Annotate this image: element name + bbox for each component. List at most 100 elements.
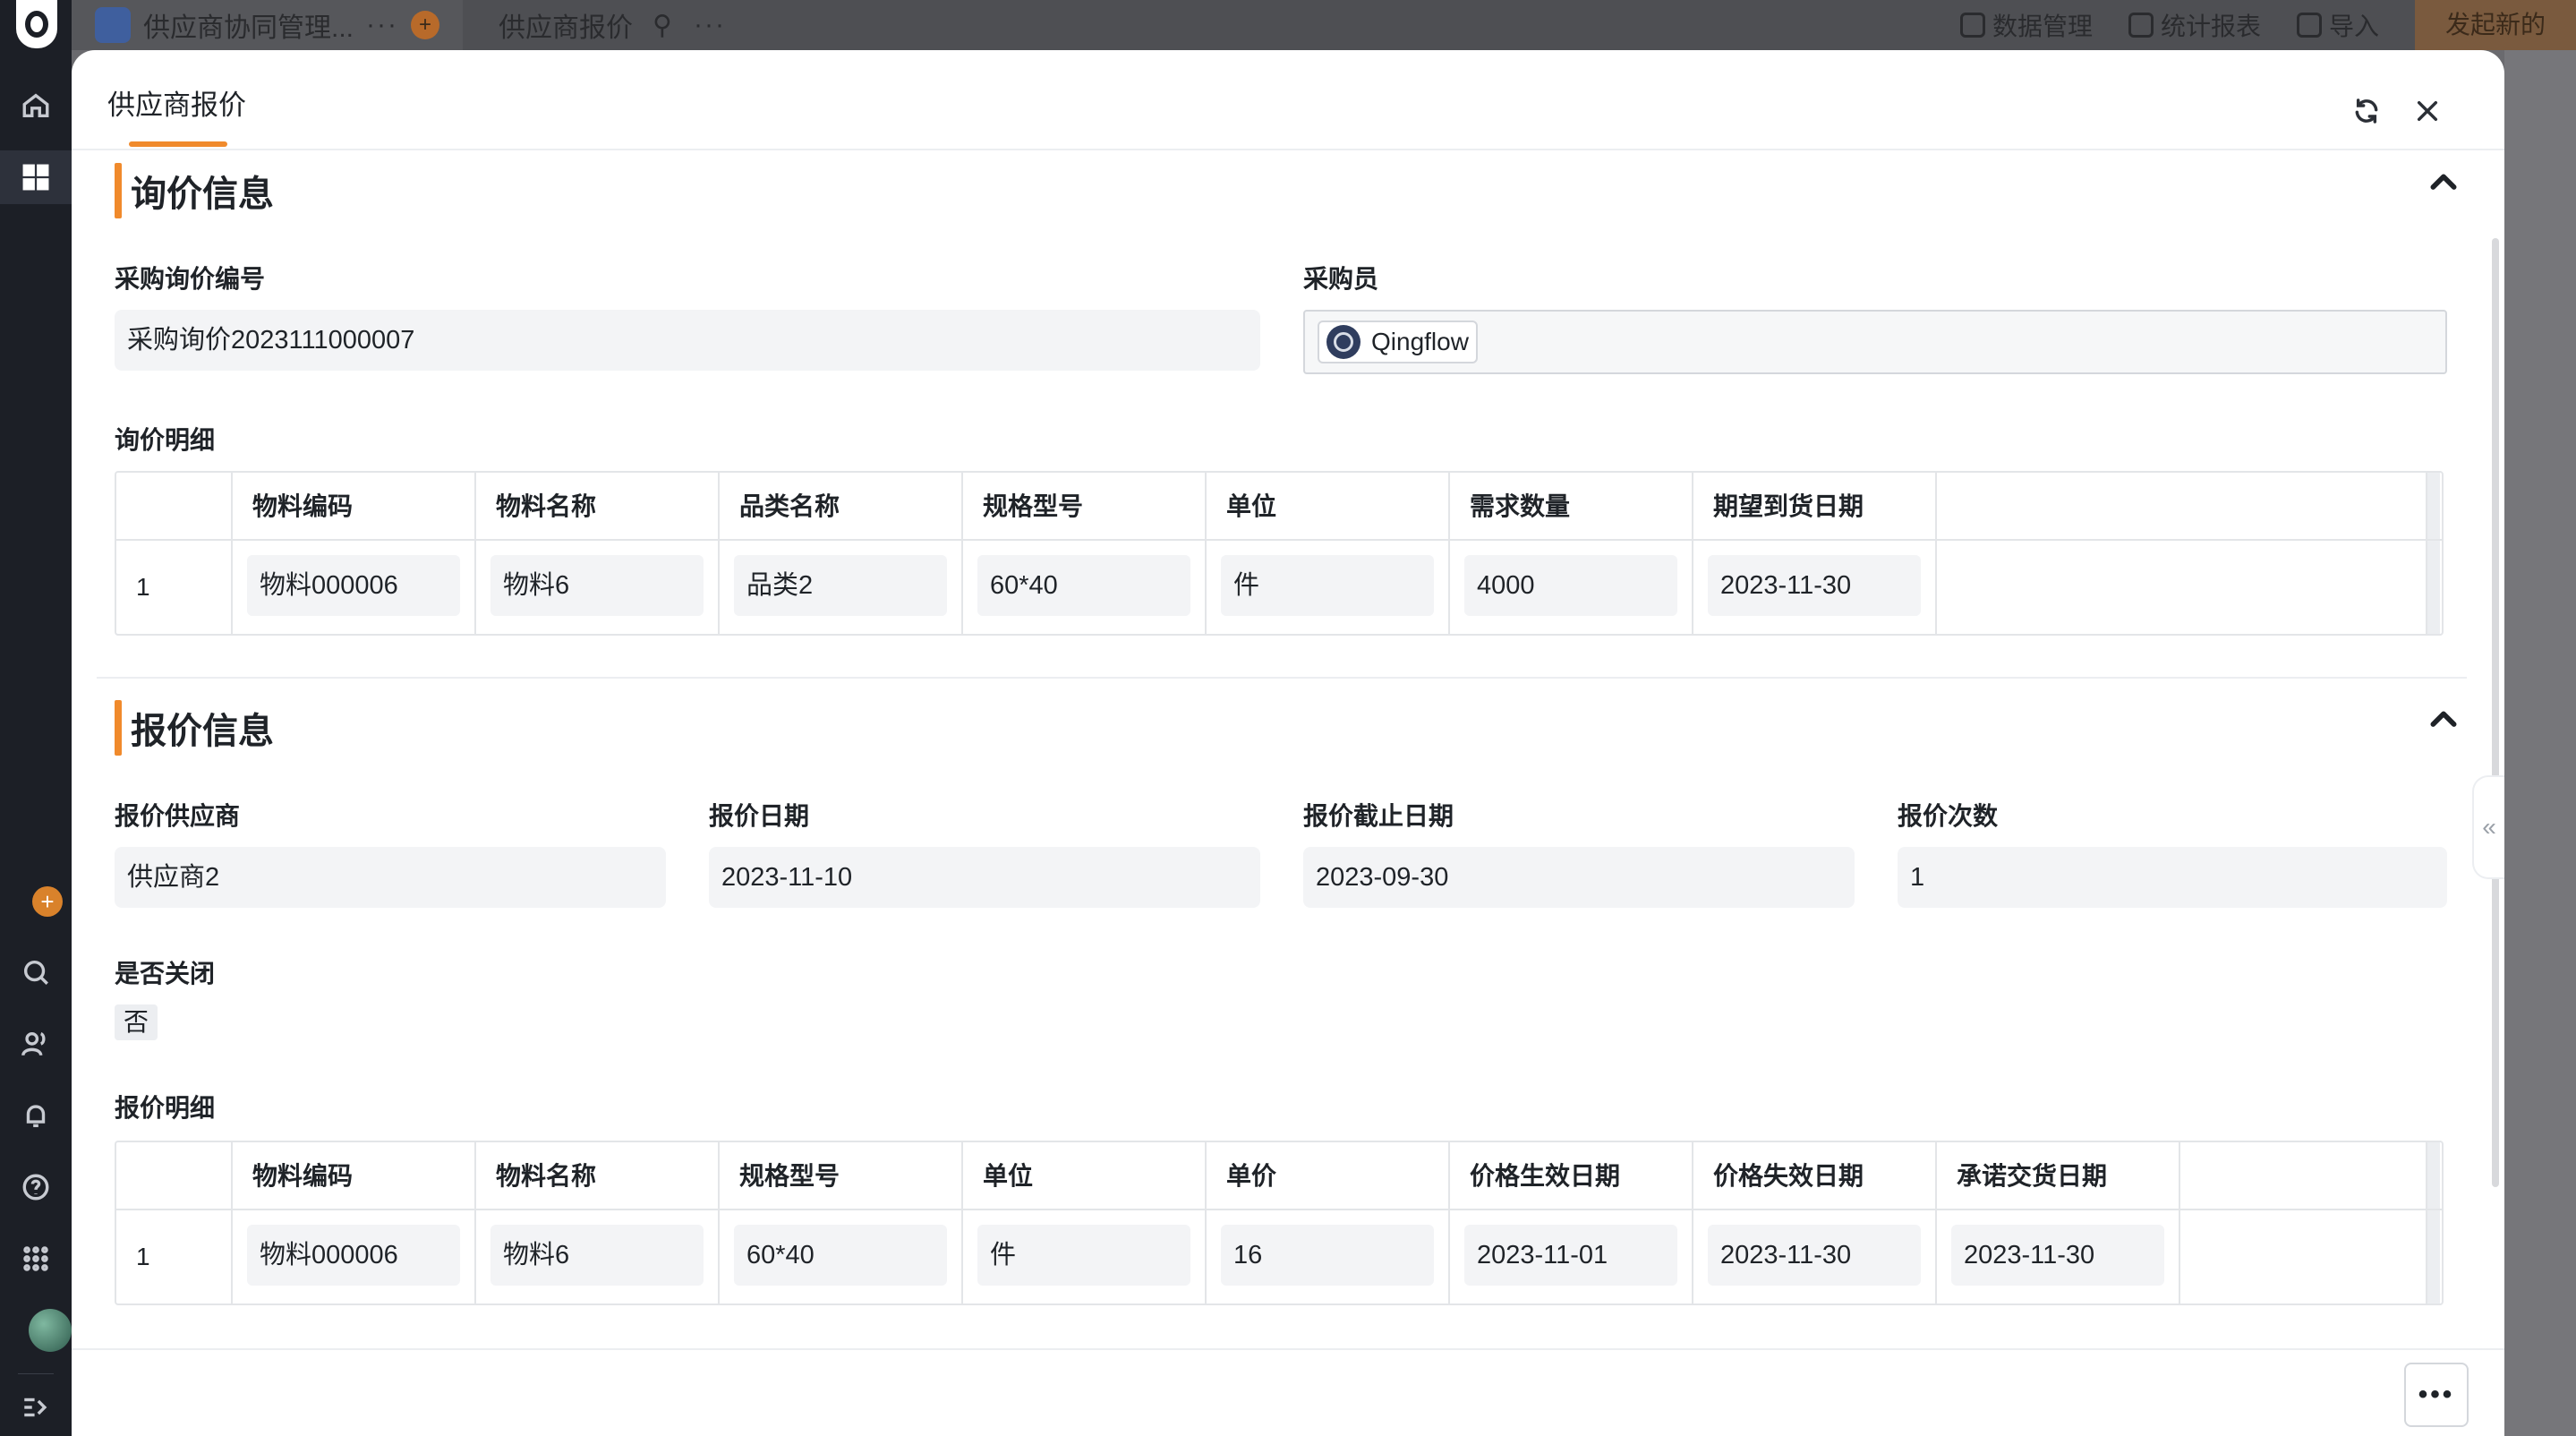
index-header xyxy=(116,1142,233,1209)
apps-grid-icon[interactable] xyxy=(0,150,72,204)
cell-value[interactable]: 16 xyxy=(1221,1225,1434,1286)
cell-value[interactable]: 品类2 xyxy=(734,555,947,616)
import-icon xyxy=(2296,13,2322,38)
chevron-up-icon[interactable] xyxy=(2426,702,2461,738)
rail-divider xyxy=(18,1373,54,1374)
contacts-icon[interactable] xyxy=(0,1017,72,1071)
more-actions-button[interactable]: ••• xyxy=(2404,1363,2469,1427)
quote-date-field[interactable]: 2023-11-10 xyxy=(709,847,1260,908)
cell-value[interactable]: 2023-11-01 xyxy=(1464,1225,1677,1286)
buyer-name: Qingflow xyxy=(1371,328,1469,355)
bell-icon[interactable] xyxy=(0,1089,72,1142)
chevron-up-icon[interactable] xyxy=(2426,165,2461,201)
create-plus-icon[interactable]: + xyxy=(32,886,63,917)
page-tab[interactable]: 供应商报价 ⚲ ··· xyxy=(463,5,762,45)
table-cell: 件 xyxy=(963,1210,1207,1304)
table-scroll-edge xyxy=(2427,473,2440,539)
page-more-icon[interactable]: ··· xyxy=(694,10,726,40)
cell-value[interactable]: 物料6 xyxy=(490,1225,704,1286)
user-avatar[interactable] xyxy=(29,1309,72,1352)
index-header xyxy=(116,473,233,539)
column-header: 价格失效日期 xyxy=(1693,1142,1937,1209)
table-cell: 4000 xyxy=(1450,541,1693,634)
reports-button[interactable]: 统计报表 xyxy=(2128,7,2261,43)
column-header: 需求数量 xyxy=(1450,473,1693,539)
inquiry-no-label: 采购询价编号 xyxy=(115,265,266,293)
column-header: 期望到货日期 xyxy=(1693,473,1937,539)
column-header: 物料编码 xyxy=(233,473,476,539)
inquiry-section-title: 询价信息 xyxy=(115,163,274,218)
chart-icon xyxy=(2128,13,2154,38)
wrench-icon[interactable]: ⚲ xyxy=(653,10,674,41)
column-header: 承诺交货日期 xyxy=(1937,1142,2180,1209)
table-cell: 物料6 xyxy=(476,541,720,634)
column-header-empty xyxy=(2180,1142,2427,1209)
app-more-icon[interactable]: ··· xyxy=(366,10,398,40)
cell-value[interactable]: 2023-11-30 xyxy=(1708,1225,1921,1286)
search-icon[interactable] xyxy=(0,945,72,999)
import-button[interactable]: 导入 xyxy=(2296,7,2379,43)
table-scroll-edge xyxy=(2427,541,2440,634)
buyer-member-chip[interactable]: Qingflow xyxy=(1318,321,1478,363)
table-row: 1 物料000006 物料6 品类2 60*40 件 4000 2023-11-… xyxy=(116,541,2442,634)
quote-count-label: 报价次数 xyxy=(1898,802,1999,830)
quote-section-title-text: 报价信息 xyxy=(131,712,274,751)
quote-modal: 供应商报价 « 询价信息 采购询价编号 采购询价2023111000007 采购… xyxy=(72,50,2504,1436)
start-new-button[interactable]: 发起新的 xyxy=(2414,0,2576,50)
left-nav-rail: + xyxy=(0,0,72,1436)
cell-value[interactable]: 60*40 xyxy=(977,555,1190,616)
table-cell: 2023-11-30 xyxy=(1693,541,1937,634)
close-icon[interactable] xyxy=(2410,93,2445,129)
table-cell: 60*40 xyxy=(963,541,1207,634)
import-label: 导入 xyxy=(2328,13,2379,40)
table-header-row: 物料编码 物料名称 规格型号 单位 单价 价格生效日期 价格失效日期 承诺交货日… xyxy=(116,1142,2442,1210)
cell-value[interactable]: 件 xyxy=(977,1225,1190,1286)
column-header: 单位 xyxy=(963,1142,1207,1209)
cell-value[interactable]: 物料6 xyxy=(490,555,704,616)
quote-details-label: 报价明细 xyxy=(115,1094,216,1122)
cell-value[interactable]: 物料000006 xyxy=(247,555,460,616)
column-header: 品类名称 xyxy=(720,473,963,539)
table-cell-empty xyxy=(2180,1210,2427,1304)
section-divider xyxy=(97,677,2467,679)
table-cell: 2023-11-30 xyxy=(1693,1210,1937,1304)
supplier-field[interactable]: 供应商2 xyxy=(115,847,666,908)
cell-value[interactable]: 物料000006 xyxy=(247,1225,460,1286)
background-page xyxy=(2504,50,2576,1436)
cell-value[interactable]: 2023-11-30 xyxy=(1951,1225,2164,1286)
cell-value[interactable]: 4000 xyxy=(1464,555,1677,616)
column-header: 规格型号 xyxy=(963,473,1207,539)
table-cell: 物料000006 xyxy=(233,541,476,634)
table-scroll-edge xyxy=(2427,1142,2440,1209)
add-page-icon[interactable]: + xyxy=(411,11,439,39)
cell-value[interactable]: 60*40 xyxy=(734,1225,947,1286)
table-row: 1 物料000006 物料6 60*40 件 16 2023-11-01 202… xyxy=(116,1210,2442,1304)
deadline-field[interactable]: 2023-09-30 xyxy=(1303,847,1855,908)
data-manage-label: 数据管理 xyxy=(1992,13,2093,40)
quote-date-label: 报价日期 xyxy=(709,802,810,830)
modal-title: 供应商报价 xyxy=(107,90,246,121)
refresh-icon[interactable] xyxy=(2349,93,2384,129)
data-manage-button[interactable]: 数据管理 xyxy=(1959,7,2093,43)
member-avatar xyxy=(1326,325,1361,359)
cell-value[interactable]: 2023-11-30 xyxy=(1708,555,1921,616)
app-tab[interactable]: 供应商协同管理... ··· + xyxy=(72,0,463,50)
collapse-panel-handle[interactable]: « xyxy=(2472,775,2504,879)
quote-count-field[interactable]: 1 xyxy=(1898,847,2447,908)
scrollbar[interactable] xyxy=(2492,238,2499,1187)
top-bar: 供应商协同管理... ··· + 供应商报价 ⚲ ··· 数据管理 统计报表 导… xyxy=(72,0,2576,50)
quote-details-table: 物料编码 物料名称 规格型号 单位 单价 价格生效日期 价格失效日期 承诺交货日… xyxy=(115,1141,2444,1305)
table-cell-empty xyxy=(1937,541,2427,634)
qingflow-logo[interactable] xyxy=(16,0,57,48)
inquiry-no-field[interactable]: 采购询价2023111000007 xyxy=(115,310,1260,371)
column-header-empty xyxy=(1937,473,2427,539)
buyer-field[interactable]: Qingflow xyxy=(1303,310,2447,374)
modal-header: 供应商报价 xyxy=(72,50,2504,150)
app-launcher-icon[interactable] xyxy=(0,1232,72,1286)
inquiry-details-table: 物料编码 物料名称 品类名称 规格型号 单位 需求数量 期望到货日期 1 物料0… xyxy=(115,471,2444,636)
expand-sidebar-icon[interactable] xyxy=(0,1380,72,1434)
home-icon[interactable] xyxy=(0,79,72,132)
help-icon[interactable] xyxy=(0,1160,72,1214)
table-cell: 2023-11-01 xyxy=(1450,1210,1693,1304)
cell-value[interactable]: 件 xyxy=(1221,555,1434,616)
